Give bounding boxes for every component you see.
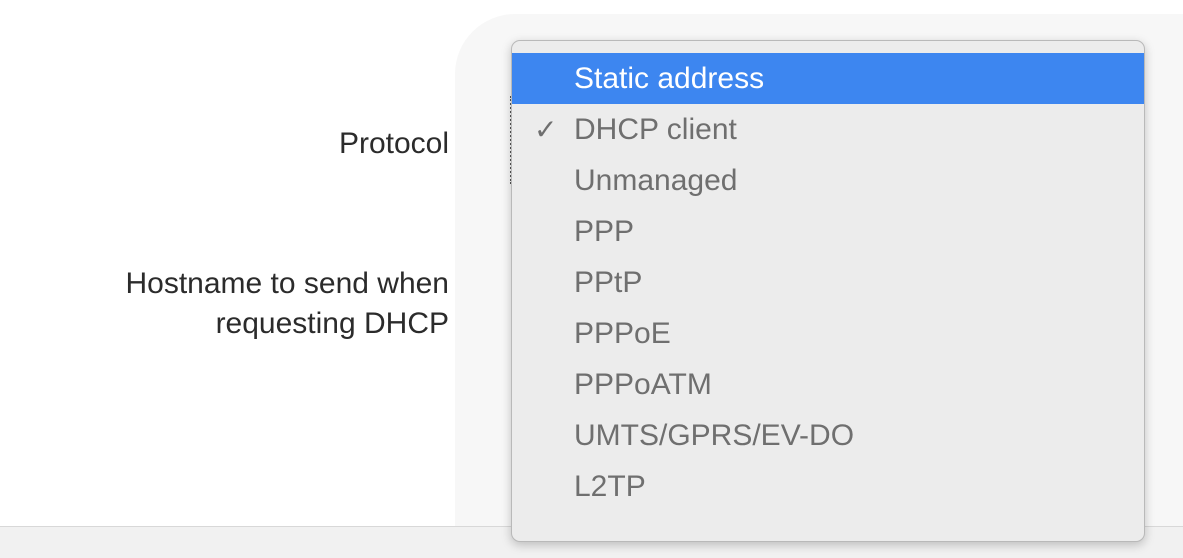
- menu-item-ppp[interactable]: PPP: [512, 206, 1144, 257]
- menu-item-dhcp-client[interactable]: ✓ DHCP client: [512, 104, 1144, 155]
- menu-item-label: PPP: [574, 215, 635, 248]
- menu-item-label: PPPoATM: [574, 368, 712, 401]
- hostname-label-line2: requesting DHCP: [215, 307, 449, 340]
- menu-item-pppoatm[interactable]: PPPoATM: [512, 359, 1144, 410]
- menu-item-label: PPPoE: [574, 317, 671, 350]
- menu-item-label: L2TP: [574, 470, 646, 503]
- menu-item-static-address[interactable]: Static address: [512, 53, 1144, 104]
- protocol-label: Protocol: [339, 124, 449, 164]
- hostname-label-line1: Hostname to send when: [125, 267, 449, 300]
- hostname-label: Hostname to send when requesting DHCP: [125, 264, 449, 344]
- menu-item-umts-gprs-ev-do[interactable]: UMTS/GPRS/EV-DO: [512, 410, 1144, 461]
- menu-item-label: Static address: [574, 62, 765, 95]
- menu-item-label: PPtP: [574, 266, 643, 299]
- menu-item-pppoe[interactable]: PPPoE: [512, 308, 1144, 359]
- checkmark-icon: ✓: [534, 114, 558, 145]
- menu-item-label: UMTS/GPRS/EV-DO: [574, 419, 855, 452]
- menu-item-unmanaged[interactable]: Unmanaged: [512, 155, 1144, 206]
- protocol-dropdown-menu[interactable]: Static address ✓ DHCP client Unmanaged P…: [511, 40, 1145, 542]
- menu-item-pptp[interactable]: PPtP: [512, 257, 1144, 308]
- menu-item-label: Unmanaged: [574, 164, 738, 197]
- menu-item-label: DHCP client: [574, 113, 737, 146]
- protocol-label-text: Protocol: [338, 127, 449, 160]
- menu-item-l2tp[interactable]: L2TP: [512, 461, 1144, 512]
